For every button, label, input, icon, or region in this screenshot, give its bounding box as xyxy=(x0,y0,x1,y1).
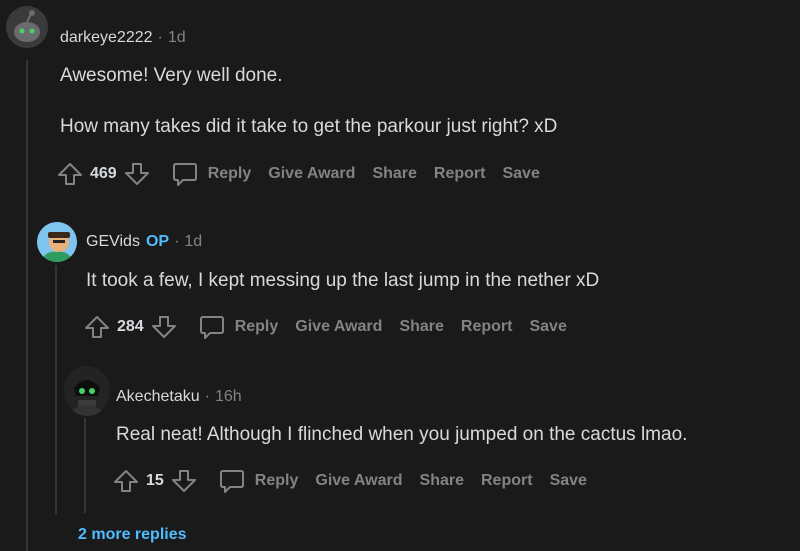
report-button[interactable]: Report xyxy=(481,472,533,490)
upvote-icon[interactable] xyxy=(112,467,140,495)
save-button[interactable]: Save xyxy=(550,472,587,490)
comment-meta: darkeye2222 · 1d xyxy=(60,29,186,47)
more-replies-link[interactable]: 2 more replies xyxy=(78,526,187,544)
share-button[interactable]: Share xyxy=(420,472,464,490)
comment-bubble-icon xyxy=(172,163,197,186)
avatar[interactable] xyxy=(64,366,110,416)
comment-text: Real neat! Although I flinched when you … xyxy=(116,424,688,445)
user-avatar-icon xyxy=(64,366,110,416)
vote-score: 469 xyxy=(90,165,117,182)
save-button[interactable]: Save xyxy=(502,165,539,183)
comment-meta: GEVids OP · 1d xyxy=(86,233,203,251)
thread-line-3[interactable] xyxy=(84,418,86,513)
comment-text: Awesome! Very well done. xyxy=(60,65,283,86)
report-button[interactable]: Report xyxy=(461,318,513,336)
comment-meta: Akechetaku · 16h xyxy=(116,388,242,406)
timestamp[interactable]: 1d xyxy=(184,233,202,251)
give-award-button[interactable]: Give Award xyxy=(268,165,355,183)
comment-text: It took a few, I kept messing up the las… xyxy=(86,270,600,291)
avatar[interactable] xyxy=(37,222,77,262)
vote-score: 284 xyxy=(117,318,144,335)
comment-actions: 284 Reply Give Award Share Report Save xyxy=(83,313,567,341)
comment-text: How many takes did it take to get the pa… xyxy=(60,116,558,137)
report-button[interactable]: Report xyxy=(434,165,486,183)
give-award-button[interactable]: Give Award xyxy=(295,318,382,336)
downvote-icon[interactable] xyxy=(170,467,198,495)
author-name[interactable]: GEVids xyxy=(86,233,140,251)
reply-button[interactable]: Reply xyxy=(218,467,298,495)
comment-actions: 469 Reply Give Award Share Report Save xyxy=(56,160,540,188)
save-button[interactable]: Save xyxy=(529,318,566,336)
thread-line-1[interactable] xyxy=(26,60,28,551)
share-button[interactable]: Share xyxy=(399,318,443,336)
timestamp[interactable]: 16h xyxy=(215,388,242,406)
vote-score: 15 xyxy=(146,472,164,489)
op-badge: OP xyxy=(145,233,170,250)
timestamp[interactable]: 1d xyxy=(168,29,186,47)
share-button[interactable]: Share xyxy=(372,165,416,183)
user-avatar-icon xyxy=(37,222,77,262)
comment-actions: 15 Reply Give Award Share Report Save xyxy=(112,467,587,495)
reply-button[interactable]: Reply xyxy=(171,160,251,188)
reply-button[interactable]: Reply xyxy=(198,313,278,341)
author-name[interactable]: Akechetaku xyxy=(116,388,200,406)
give-award-button[interactable]: Give Award xyxy=(315,472,402,490)
upvote-icon[interactable] xyxy=(83,313,111,341)
avatar[interactable] xyxy=(6,6,48,48)
upvote-icon[interactable] xyxy=(56,160,84,188)
author-name[interactable]: darkeye2222 xyxy=(60,29,153,47)
downvote-icon[interactable] xyxy=(150,313,178,341)
thread-line-2[interactable] xyxy=(55,265,57,515)
downvote-icon[interactable] xyxy=(123,160,151,188)
snoo-avatar-icon xyxy=(6,6,48,48)
comment-bubble-icon xyxy=(219,470,244,493)
comment-bubble-icon xyxy=(199,316,224,339)
